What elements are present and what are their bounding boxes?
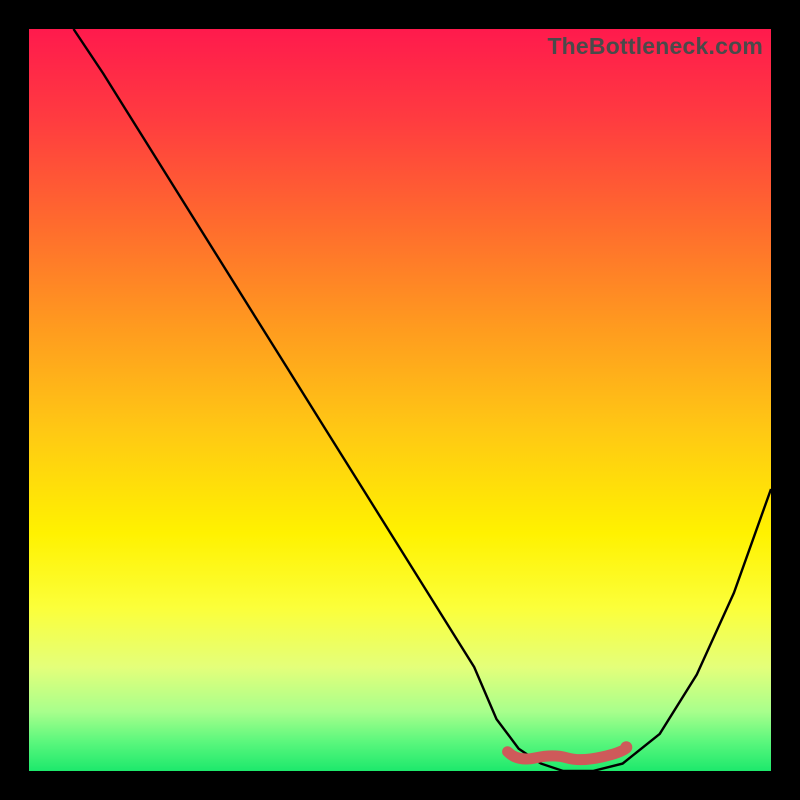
chart-plot-area: TheBottleneck.com — [29, 29, 771, 771]
marker-band — [508, 748, 627, 759]
bottleneck-curve — [74, 29, 772, 771]
marker-dot-right — [620, 741, 632, 753]
chart-frame: TheBottleneck.com — [0, 0, 800, 800]
watermark-label: TheBottleneck.com — [547, 33, 763, 60]
chart-svg — [29, 29, 771, 771]
